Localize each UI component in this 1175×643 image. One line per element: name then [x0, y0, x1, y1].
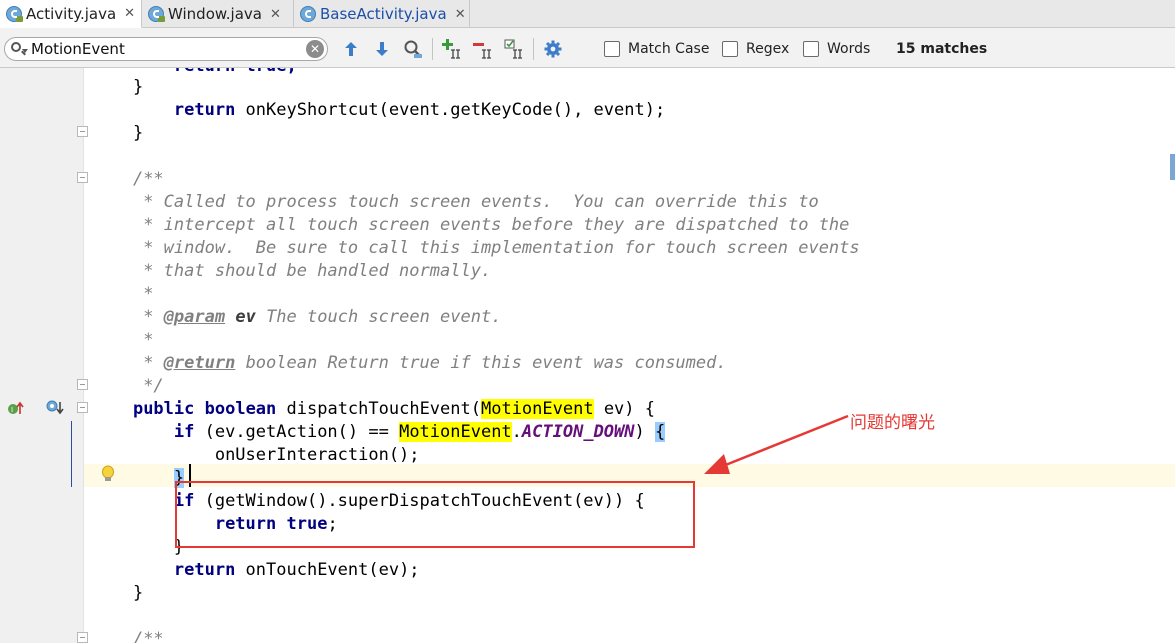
match-count: 15 matches	[896, 41, 988, 57]
close-tab-icon[interactable]: ✕	[455, 7, 466, 22]
add-occurrence-icon	[442, 39, 460, 59]
gear-icon	[544, 40, 562, 58]
implements-method-icon[interactable]: I	[6, 400, 24, 416]
javadoc-line: /**	[132, 629, 164, 643]
find-settings-button[interactable]	[542, 38, 564, 60]
code-content[interactable]: return true; } return onKeyShortcut(even…	[92, 68, 860, 643]
remove-occurrence-icon	[473, 43, 491, 59]
search-history-dropdown-icon[interactable]	[22, 49, 28, 53]
search-input[interactable]	[31, 39, 301, 59]
fold-marker[interactable]	[77, 632, 88, 643]
select-all-occurrences-icon	[504, 39, 522, 59]
java-class-icon	[6, 5, 23, 22]
code-line: if (ev.getAction() == MotionEvent.ACTION…	[173, 422, 666, 442]
change-marker	[71, 421, 72, 487]
toolbar-separator	[533, 38, 534, 60]
search-match: MotionEvent	[399, 422, 512, 442]
java-class-icon	[300, 6, 316, 22]
javadoc-line: * intercept all touch screen events befo…	[132, 215, 850, 235]
svg-text:I: I	[11, 406, 13, 414]
annotation-label: 问题的曙光	[850, 413, 935, 433]
javadoc-line: * @param ev The touch screen event.	[132, 307, 502, 327]
search-box[interactable]: ✕	[4, 37, 328, 61]
fold-marker[interactable]	[77, 402, 88, 413]
regex-option[interactable]: Regex	[722, 38, 789, 60]
find-all-icon	[404, 40, 422, 58]
tab-label: Activity.java	[26, 4, 117, 23]
code-line: }	[132, 583, 144, 603]
code-line: }	[92, 77, 144, 97]
match-case-checkbox[interactable]	[604, 41, 620, 57]
fold-marker[interactable]	[77, 126, 88, 137]
annotation-highlight-box	[175, 481, 695, 548]
words-option[interactable]: Words	[803, 38, 870, 60]
next-occurrence-button[interactable]	[371, 38, 393, 60]
overridden-method-icon[interactable]	[46, 399, 64, 415]
words-checkbox[interactable]	[803, 41, 819, 57]
remove-occurrence-button[interactable]	[472, 38, 494, 60]
editor-gutter	[0, 68, 84, 643]
match-case-label: Match Case	[628, 41, 710, 57]
arrow-up-icon	[345, 42, 357, 56]
clear-search-icon[interactable]: ✕	[306, 40, 324, 58]
close-tab-icon[interactable]: ✕	[124, 6, 135, 21]
javadoc-line: * Called to process touch screen events.…	[132, 192, 819, 212]
toolbar-separator	[432, 38, 433, 60]
regex-label: Regex	[746, 41, 790, 57]
arrow-down-icon	[376, 42, 388, 56]
editor-tab-bar: Activity.java ✕ Window.java ✕ BaseActivi…	[0, 0, 1175, 28]
code-line: }	[92, 467, 185, 490]
javadoc-line: * @return boolean Return true if this ev…	[132, 353, 727, 373]
javadoc-line: *	[132, 284, 154, 304]
code-editor[interactable]: I return true; } return onKeyShortcut(ev…	[0, 68, 1175, 643]
tab-baseactivity-java[interactable]: BaseActivity.java ✕	[294, 0, 470, 28]
code-line: }	[173, 537, 185, 557]
search-icon[interactable]	[11, 42, 21, 52]
regex-checkbox[interactable]	[722, 41, 738, 57]
javadoc-line: /**	[132, 169, 164, 189]
search-match: MotionEvent	[480, 399, 594, 419]
tab-label: Window.java	[168, 5, 262, 23]
tab-label: BaseActivity.java	[320, 5, 447, 23]
add-occurrence-button[interactable]	[441, 38, 463, 60]
match-case-option[interactable]: Match Case	[604, 38, 709, 60]
tab-window-java[interactable]: Window.java ✕	[142, 0, 294, 28]
find-all-button[interactable]	[402, 38, 424, 60]
javadoc-line: */	[132, 376, 164, 396]
fold-marker[interactable]	[77, 172, 88, 183]
previous-occurrence-button[interactable]	[340, 38, 362, 60]
javadoc-line: * window. Be sure to call this implement…	[132, 238, 860, 258]
method-signature-line: public boolean dispatchTouchEvent(Motion…	[132, 399, 655, 419]
close-tab-icon[interactable]: ✕	[270, 7, 281, 22]
java-class-icon	[148, 6, 165, 22]
find-toolbar: ✕	[0, 28, 1175, 68]
tab-activity-java[interactable]: Activity.java ✕	[0, 0, 142, 28]
code-line: }	[132, 123, 144, 143]
code-line: onUserInteraction();	[214, 445, 420, 465]
words-label: Words	[827, 41, 871, 57]
javadoc-line: *	[132, 330, 154, 350]
fold-marker[interactable]	[77, 379, 88, 390]
code-line: return onTouchEvent(ev);	[173, 560, 420, 580]
code-line: return onKeyShortcut(event.getKeyCode(),…	[173, 100, 666, 120]
javadoc-line: * that should be handled normally.	[132, 261, 492, 281]
matched-brace: {	[655, 422, 666, 442]
annotation-arrow	[704, 414, 849, 474]
scrollbar-marker[interactable]	[1170, 154, 1175, 180]
select-all-occurrences-button[interactable]	[503, 38, 525, 60]
